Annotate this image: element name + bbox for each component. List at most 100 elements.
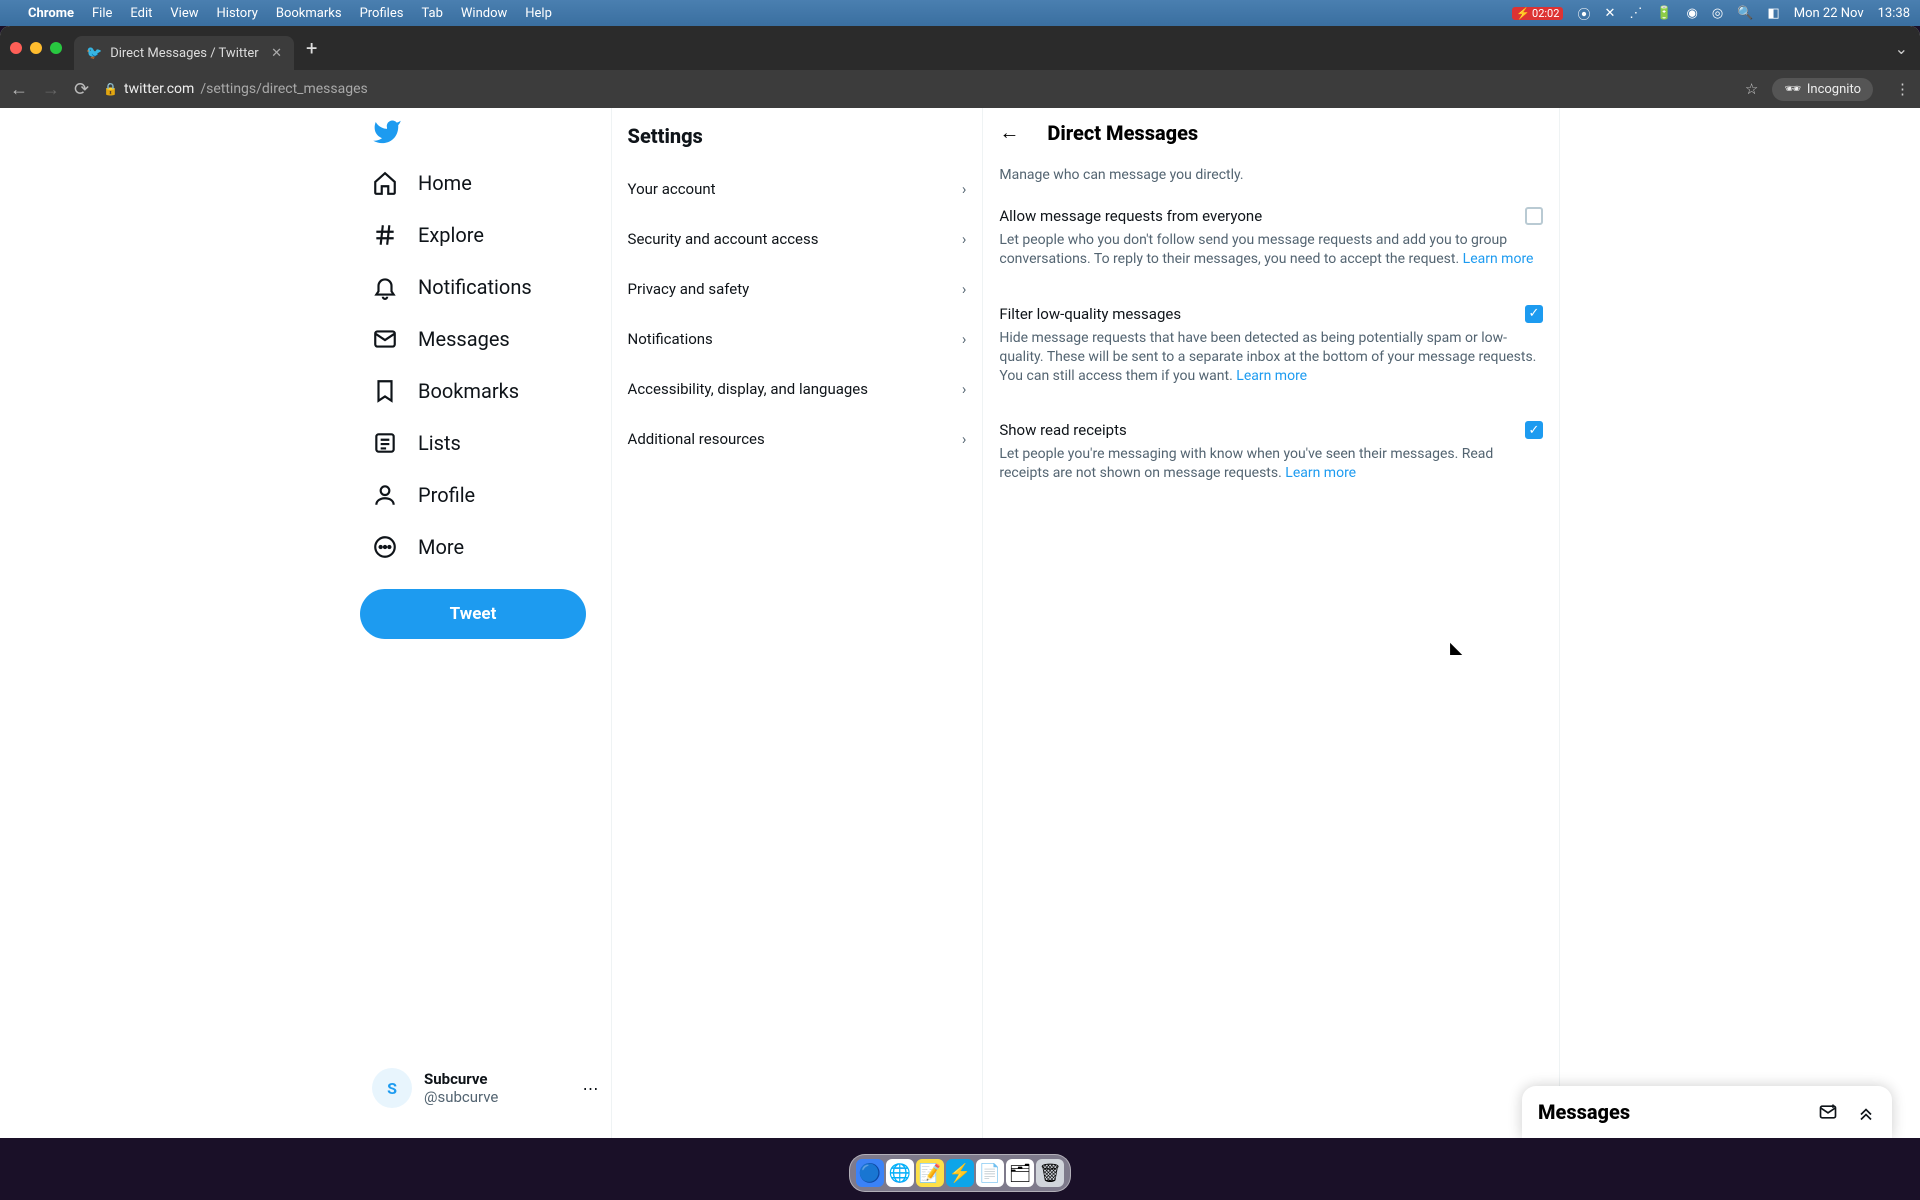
back-button[interactable]: ←: [10, 79, 28, 100]
status-icon-3[interactable]: ⋰: [1629, 6, 1642, 21]
reload-button[interactable]: ⟳: [74, 79, 89, 100]
nav-bookmarks[interactable]: Bookmarks: [360, 365, 611, 417]
maximize-window[interactable]: [50, 42, 62, 54]
settings-row-additional[interactable]: Additional resources ›: [612, 414, 983, 464]
nav-label: Home: [418, 171, 472, 195]
nav-label: Messages: [418, 327, 510, 351]
siri-icon[interactable]: ◧: [1767, 6, 1779, 21]
tab-overflow-icon[interactable]: ⌄: [1895, 39, 1908, 58]
home-icon: [372, 170, 398, 196]
twitter-logo[interactable]: [372, 117, 402, 147]
learn-more-link[interactable]: Learn more: [1285, 465, 1356, 481]
nav-notifications[interactable]: Notifications: [360, 261, 611, 313]
account-switcher[interactable]: S Subcurve @subcurve ⋯: [360, 1060, 611, 1116]
back-icon[interactable]: ←: [999, 120, 1019, 145]
twitter-favicon: 🐦: [86, 46, 102, 61]
tab-strip: 🐦 Direct Messages / Twitter ✕ + ⌄: [0, 26, 1920, 70]
messages-drawer[interactable]: Messages: [1522, 1086, 1892, 1138]
minimize-window[interactable]: [30, 42, 42, 54]
nav-explore[interactable]: Explore: [360, 209, 611, 261]
settings-row-security[interactable]: Security and account access ›: [612, 214, 983, 264]
menu-window[interactable]: Window: [461, 6, 507, 21]
incognito-icon: 🕶: [1784, 82, 1801, 97]
settings-row-privacy[interactable]: Privacy and safety›: [612, 264, 983, 314]
nav-profile[interactable]: Profile: [360, 469, 611, 521]
nav-messages[interactable]: Messages: [360, 313, 611, 365]
settings-row-accessibility[interactable]: Accessibility, display, and languages ›: [612, 364, 983, 414]
forward-button[interactable]: →: [42, 79, 60, 100]
checkbox-read-receipts[interactable]: ✓: [1525, 421, 1543, 439]
new-message-icon[interactable]: [1818, 1102, 1838, 1122]
option-label: Filter low-quality messages: [999, 305, 1181, 323]
battery-icon[interactable]: 🔋: [1656, 6, 1672, 21]
menu-view[interactable]: View: [170, 6, 198, 21]
settings-row-your-account[interactable]: Your account›: [612, 164, 983, 214]
settings-row-label: Accessibility, display, and languages: [628, 380, 868, 398]
dock-trash[interactable]: 🗑: [1036, 1159, 1064, 1187]
nav-more[interactable]: More: [360, 521, 611, 573]
menu-bookmarks[interactable]: Bookmarks: [276, 6, 342, 21]
nav-label: Explore: [418, 223, 484, 247]
lists-icon: [372, 430, 398, 456]
expand-drawer-icon[interactable]: [1856, 1102, 1876, 1122]
close-tab-icon[interactable]: ✕: [271, 46, 282, 61]
nav-lists[interactable]: Lists: [360, 417, 611, 469]
settings-row-label: Privacy and safety: [628, 280, 750, 298]
checkbox-allow-requests[interactable]: [1525, 207, 1543, 225]
profile-icon: [372, 482, 398, 508]
nav-home[interactable]: Home: [360, 157, 611, 209]
window-controls: [10, 42, 62, 54]
status-icon-2[interactable]: ✕: [1604, 6, 1615, 21]
menubar-date[interactable]: Mon 22 Nov: [1794, 6, 1864, 21]
primary-nav: Home Explore Notifications Messages Book…: [360, 108, 611, 1138]
option-description: Let people who you don't follow send you…: [999, 231, 1543, 269]
option-label: Allow message requests from everyone: [999, 207, 1262, 225]
option-read-receipts: Show read receipts ✓ Let people you're m…: [983, 407, 1559, 487]
nav-label: Bookmarks: [418, 379, 519, 403]
dock-notes[interactable]: 📝: [916, 1159, 944, 1187]
spotlight-icon[interactable]: 🔍: [1737, 6, 1753, 21]
option-description: Let people you're messaging with know wh…: [999, 445, 1543, 483]
tweet-button[interactable]: Tweet: [360, 589, 586, 639]
menu-help[interactable]: Help: [525, 6, 552, 21]
chevron-right-icon: ›: [962, 380, 967, 398]
dock-finder[interactable]: 🔵: [856, 1159, 884, 1187]
new-tab-button[interactable]: +: [294, 36, 329, 60]
settings-row-notifications[interactable]: Notifications›: [612, 314, 983, 364]
learn-more-link[interactable]: Learn more: [1236, 368, 1307, 384]
nav-label: More: [418, 535, 464, 559]
control-center-icon[interactable]: ◎: [1712, 6, 1723, 21]
menu-tab[interactable]: Tab: [421, 6, 442, 21]
bookmark-star-icon[interactable]: ☆: [1745, 80, 1758, 98]
browser-tab[interactable]: 🐦 Direct Messages / Twitter ✕: [74, 36, 294, 70]
battery-status[interactable]: ⚡02:02: [1512, 7, 1563, 20]
menu-edit[interactable]: Edit: [130, 6, 152, 21]
settings-row-label: Security and account access: [628, 230, 819, 248]
wifi-icon[interactable]: ◉: [1687, 6, 1698, 21]
dock-app-3[interactable]: 🗂: [1006, 1159, 1034, 1187]
chrome-window: 🐦 Direct Messages / Twitter ✕ + ⌄ ← → ⟳ …: [0, 26, 1920, 1138]
chevron-right-icon: ›: [962, 430, 967, 448]
messages-icon: [372, 326, 398, 352]
dock-app-1[interactable]: ⚡: [946, 1159, 974, 1187]
app-name[interactable]: Chrome: [28, 6, 74, 21]
settings-heading: Settings: [612, 108, 983, 164]
detail-title: Direct Messages: [1047, 121, 1198, 145]
status-icon-1[interactable]: ⦿: [1577, 4, 1590, 23]
chevron-right-icon: ›: [962, 230, 967, 248]
menubar-time[interactable]: 13:38: [1878, 6, 1910, 21]
chrome-menu-icon[interactable]: ⋮: [1895, 80, 1910, 98]
learn-more-link[interactable]: Learn more: [1463, 251, 1534, 267]
incognito-badge[interactable]: 🕶 Incognito: [1772, 78, 1873, 101]
menu-profiles[interactable]: Profiles: [360, 6, 404, 21]
dock-chrome[interactable]: 🌐: [886, 1159, 914, 1187]
dock-app-2[interactable]: 📄: [976, 1159, 1004, 1187]
close-window[interactable]: [10, 42, 22, 54]
checkbox-filter-low-quality[interactable]: ✓: [1525, 305, 1543, 323]
address-bar[interactable]: 🔒 twitter.com/settings/direct_messages: [103, 81, 1723, 97]
settings-row-label: Additional resources: [628, 430, 765, 448]
account-more-icon[interactable]: ⋯: [583, 1079, 599, 1098]
twitter-page: Home Explore Notifications Messages Book…: [0, 108, 1920, 1138]
menu-history[interactable]: History: [217, 6, 258, 21]
menu-file[interactable]: File: [92, 6, 112, 21]
